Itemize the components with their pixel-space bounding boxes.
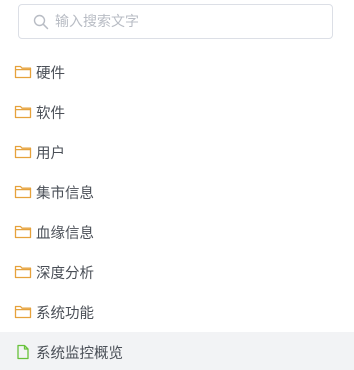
tree-item-label: 硬件 xyxy=(36,65,65,82)
search-input[interactable] xyxy=(55,6,315,37)
tree-item-system-monitoring-overview[interactable]: 系统监控概览 xyxy=(0,332,354,370)
tree-item-label: 系统功能 xyxy=(36,305,94,322)
folder-icon xyxy=(14,265,32,279)
folder-icon xyxy=(14,145,32,159)
folder-icon xyxy=(14,65,32,79)
tree-item-label: 系统监控概览 xyxy=(36,345,123,362)
tree-item-label: 深度分析 xyxy=(36,265,94,282)
folder-icon xyxy=(14,305,32,319)
document-icon xyxy=(17,344,29,360)
tree-panel: 硬件 软件 用户 集市信息 血缘信息 xyxy=(0,0,354,370)
tree-item-system-functions[interactable]: 系统功能 xyxy=(0,292,354,332)
folder-icon xyxy=(14,185,32,199)
tree-item-label: 集市信息 xyxy=(36,185,94,202)
folder-icon xyxy=(14,105,32,119)
tree-item-users[interactable]: 用户 xyxy=(0,132,354,172)
folder-icon xyxy=(14,225,32,239)
tree-item-hardware[interactable]: 硬件 xyxy=(0,52,354,92)
tree-item-software[interactable]: 软件 xyxy=(0,92,354,132)
search-icon xyxy=(33,14,49,29)
tree-item-label: 软件 xyxy=(36,105,65,122)
search-box[interactable] xyxy=(18,4,333,39)
tree-item-deep-analysis[interactable]: 深度分析 xyxy=(0,252,354,292)
tree-item-lineage-info[interactable]: 血缘信息 xyxy=(0,212,354,252)
tree-list: 硬件 软件 用户 集市信息 血缘信息 深度分析 系统功能 系统监控概览 xyxy=(0,52,354,370)
tree-item-label: 血缘信息 xyxy=(36,225,94,242)
tree-item-label: 用户 xyxy=(36,145,65,162)
tree-item-mart-info[interactable]: 集市信息 xyxy=(0,172,354,212)
